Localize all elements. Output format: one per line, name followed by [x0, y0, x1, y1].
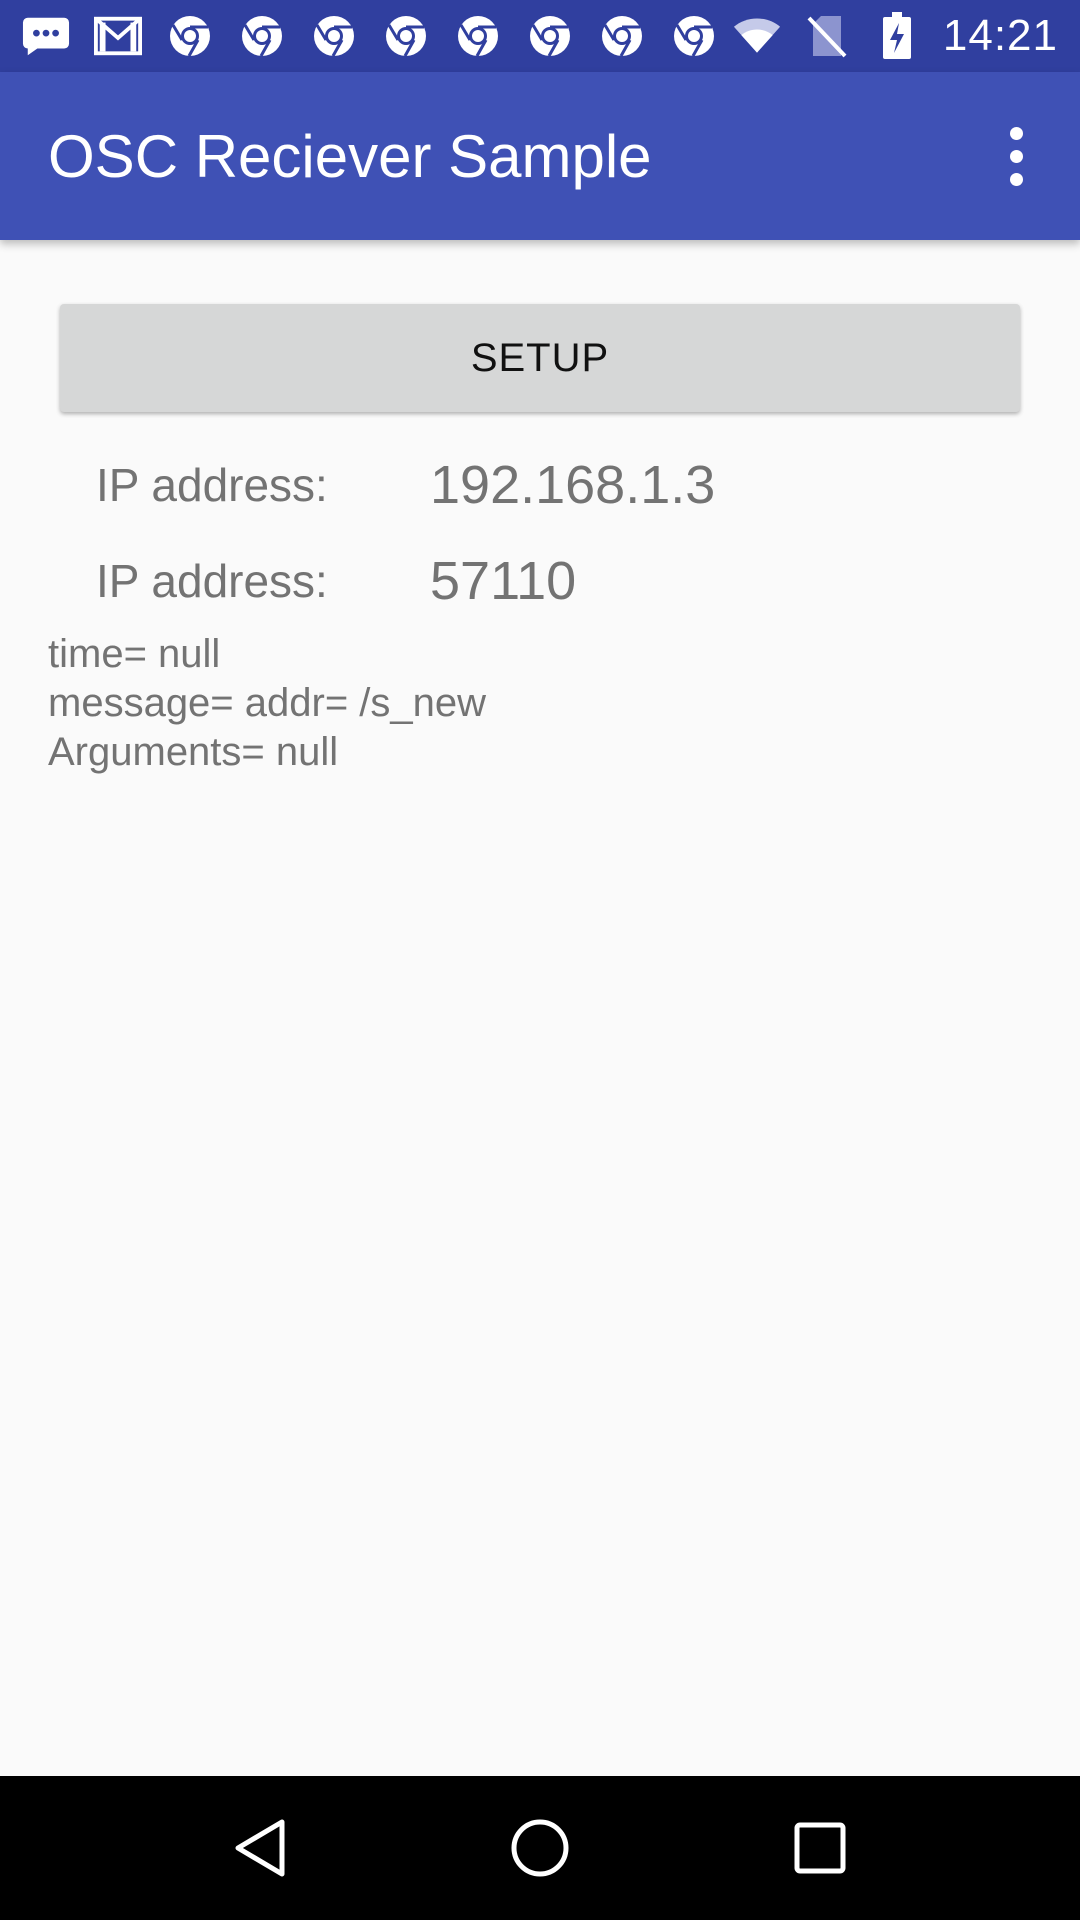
status-bar: 14:21: [0, 0, 1080, 72]
chrome-icon: [238, 12, 286, 60]
port-value: 57110: [430, 551, 577, 611]
ip-address-value: 192.168.1.3: [430, 455, 716, 515]
ip-address-row: IP address: 192.168.1.3: [96, 450, 996, 520]
main-content: SETUP IP address: 192.168.1.3 IP address…: [0, 240, 1080, 1776]
system-icons: 14:21: [733, 11, 1058, 61]
app-bar: OSC Reciever Sample: [0, 72, 1080, 240]
wifi-icon: [733, 12, 781, 60]
gmail-icon: [94, 12, 142, 60]
chrome-icon: [310, 12, 358, 60]
chrome-icon: [382, 12, 430, 60]
ip-address-label: IP address:: [96, 459, 328, 511]
chrome-icon: [166, 12, 214, 60]
chrome-icon: [526, 12, 574, 60]
log-message: message= addr= /s_new: [48, 681, 487, 725]
recents-icon[interactable]: [760, 1788, 880, 1908]
battery-charging-icon: [873, 12, 921, 60]
menu-dot: [1009, 149, 1023, 163]
notification-icons: [22, 12, 718, 60]
messages-icon: [22, 12, 70, 60]
home-icon[interactable]: [480, 1788, 600, 1908]
chrome-icon: [598, 12, 646, 60]
port-row: IP address: 57110: [96, 546, 996, 616]
app-title: OSC Reciever Sample: [48, 122, 652, 190]
message-log: time= null message= addr= /s_new Argumen…: [48, 630, 486, 777]
log-time: time= null: [48, 632, 221, 676]
chrome-icon: [454, 12, 502, 60]
no-sim-icon: [803, 12, 851, 60]
back-icon[interactable]: [200, 1788, 320, 1908]
navigation-bar: [0, 1776, 1080, 1920]
chrome-icon: [670, 12, 718, 60]
menu-dot: [1009, 126, 1023, 140]
screen: 14:21 OSC Reciever Sample SETUP IP addre…: [0, 0, 1080, 1920]
status-time: 14:21: [942, 11, 1058, 60]
more-vert-icon[interactable]: [988, 108, 1044, 204]
port-label: IP address:: [96, 555, 328, 607]
log-arguments: Arguments= null: [48, 730, 339, 774]
setup-button[interactable]: SETUP: [60, 304, 1020, 412]
menu-dot: [1009, 172, 1023, 186]
